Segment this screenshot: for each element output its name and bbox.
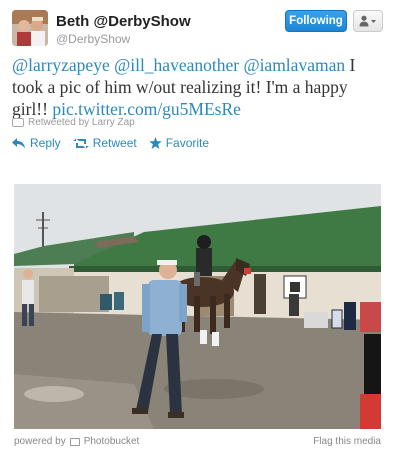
tweet-actions: Reply Retweet Favorite <box>12 136 209 150</box>
reply-button[interactable]: Reply <box>12 136 61 150</box>
star-icon <box>148 137 162 149</box>
powered-by-label: powered by <box>14 436 66 447</box>
horse-stable-photo <box>14 184 381 429</box>
photobucket-icon <box>69 437 80 446</box>
reply-label: Reply <box>30 136 61 150</box>
reply-icon <box>12 137 25 148</box>
retweeted-by: Retweeted by Larry Zap <box>12 117 135 128</box>
mention-larryzapeye[interactable]: @larryzapeye <box>12 55 110 75</box>
user-menu-button[interactable] <box>353 10 383 32</box>
tweet-photo[interactable] <box>14 184 381 429</box>
user-names: Beth @DerbyShow @DerbyShow <box>56 13 191 46</box>
powered-by: powered by Photobucket <box>14 436 139 447</box>
retweet-action-icon <box>72 138 89 148</box>
display-name[interactable]: Beth @DerbyShow <box>56 13 191 30</box>
person-dropdown-icon <box>359 15 376 27</box>
retweet-button[interactable]: Retweet <box>72 136 137 150</box>
mention-iamlavaman[interactable]: @iamlavaman <box>243 55 345 75</box>
tweet-text: @larryzapeye @ill_haveanother @iamlavama… <box>12 54 384 120</box>
retweeted-by-label[interactable]: Retweeted by Larry Zap <box>28 117 135 128</box>
retweet-icon <box>12 118 24 127</box>
photobucket-link[interactable]: Photobucket <box>84 436 140 447</box>
favorite-button[interactable]: Favorite <box>148 136 210 150</box>
mention-ill-haveanother[interactable]: @ill_haveanother <box>114 55 239 75</box>
tweet-header: Beth @DerbyShow @DerbyShow Following <box>12 10 383 50</box>
tweet-media-link[interactable]: pic.twitter.com/gu5MEsRe <box>52 99 241 119</box>
following-button[interactable]: Following <box>285 10 347 32</box>
screen-name[interactable]: @DerbyShow <box>56 32 191 46</box>
flag-media-link[interactable]: Flag this media <box>313 436 381 447</box>
favorite-label: Favorite <box>165 136 210 150</box>
avatar[interactable] <box>12 10 48 46</box>
retweet-label: Retweet <box>92 136 137 150</box>
